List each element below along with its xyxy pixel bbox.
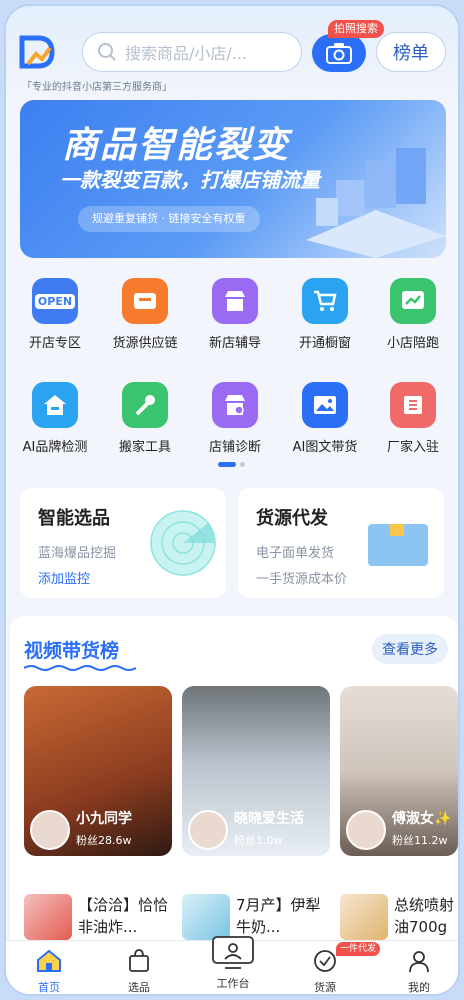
wrench-tool-icon xyxy=(122,382,168,428)
grid-item-supply-chain[interactable]: 货源供应链 xyxy=(100,278,190,351)
photo-search-button[interactable] xyxy=(312,34,366,72)
video-card[interactable]: 傅淑女✨ 粉丝11.2w xyxy=(340,686,458,856)
page-dot-active xyxy=(218,462,236,467)
grid-item-label: 开通橱窗 xyxy=(298,336,351,351)
search-input[interactable]: 搜索商品/小店/... xyxy=(82,32,302,72)
phone-frame: 「专业的抖音小店第三方服务商」 搜索商品/小店/... 拍照搜索 榜单 商品智能… xyxy=(4,4,460,996)
smart-selection-card[interactable]: 智能选品 蓝海爆品挖掘 添加监控 xyxy=(20,488,226,598)
grid-item-label: AI图文带货 xyxy=(292,440,358,455)
product-item[interactable]: 7月产】伊犁牛奶... xyxy=(182,890,332,940)
shop-guide-icon xyxy=(212,278,258,324)
tab-home[interactable]: 首页 xyxy=(14,947,84,994)
creator-name: 小九同学 xyxy=(76,811,132,827)
video-card[interactable]: 小九同学 粉丝28.6w xyxy=(24,686,172,856)
avatar xyxy=(188,810,228,850)
grid-item-move-tool[interactable]: 搬家工具 xyxy=(100,382,190,455)
wave-underline-icon xyxy=(24,665,136,671)
trend-chart-icon xyxy=(390,278,436,324)
grid-item-label: AI品牌检测 xyxy=(22,440,88,455)
grid-item-new-shop-guide[interactable]: 新店辅导 xyxy=(190,278,280,351)
grid-item-open-window[interactable]: 开通橱窗 xyxy=(280,278,370,351)
product-item[interactable]: 总统喷射油700g xyxy=(340,890,458,940)
grid-item-label: 开店专区 xyxy=(28,336,81,351)
fans-count: 粉丝11.2w xyxy=(392,834,448,847)
tab-label: 货源 xyxy=(314,981,336,994)
card-subtitle: 蓝海爆品挖掘 xyxy=(38,546,117,561)
avatar xyxy=(346,810,386,850)
banner-pill: 规避重复铺货 · 链接安全有权重 xyxy=(78,206,260,232)
fans-count: 粉丝28.6w xyxy=(76,834,132,847)
tab-workbench[interactable]: 工作台 xyxy=(198,935,268,991)
bag-icon xyxy=(104,947,174,975)
banner-illustration-icon xyxy=(306,148,446,258)
grid-item-label: 新店辅导 xyxy=(208,336,261,351)
slogan-text: 「专业的抖音小店第三方服务商」 xyxy=(22,82,172,93)
card-title: 智能选品 xyxy=(38,508,110,529)
tab-label: 首页 xyxy=(38,981,60,994)
home-brand-icon xyxy=(32,382,78,428)
grid-item-shop-coaching[interactable]: 小店陪跑 xyxy=(368,278,458,351)
grid-item-open-shop[interactable]: OPEN 开店专区 xyxy=(10,278,100,351)
card-title: 货源代发 xyxy=(256,508,328,529)
grid-item-ai-image-sales[interactable]: AI图文带货 xyxy=(280,382,370,455)
home-icon xyxy=(14,947,84,975)
add-monitor-link[interactable]: 添加监控 xyxy=(38,568,90,587)
product-item[interactable]: 【洽洽】恰恰非油炸... xyxy=(24,890,174,940)
tab-selection[interactable]: 选品 xyxy=(104,947,174,994)
header: 「专业的抖音小店第三方服务商」 搜索商品/小店/... 拍照搜索 榜单 xyxy=(6,6,458,102)
view-more-button[interactable]: 查看更多 xyxy=(372,634,448,664)
tab-label: 我的 xyxy=(408,981,430,994)
grid-item-label: 店铺诊断 xyxy=(208,440,261,455)
card-subtitle: 电子面单发货 xyxy=(256,546,335,561)
radar-icon xyxy=(150,510,216,576)
product-title: 总统喷射油700g xyxy=(394,896,455,936)
user-icon xyxy=(384,947,454,975)
image-goods-icon xyxy=(302,382,348,428)
grid-item-label: 搬家工具 xyxy=(118,440,171,455)
supply-dropship-card[interactable]: 货源代发 电子面单发货 一手货源成本价 xyxy=(238,488,444,598)
monitor-icon xyxy=(198,935,268,971)
product-thumbnail xyxy=(340,894,388,940)
banner-title: 商品智能裂变 xyxy=(62,125,291,166)
search-icon xyxy=(98,43,116,61)
avatar xyxy=(30,810,70,850)
product-title: 7月产】伊犁牛奶... xyxy=(236,896,321,936)
grid-item-factory-entry[interactable]: 厂家入驻 xyxy=(368,382,458,455)
video-sales-ranking: 视频带货榜 查看更多 小九同学 粉丝28.6w 晓晓爱生活 粉丝1.0w 傅淑女… xyxy=(10,616,458,946)
card-subtitle-2: 一手货源成本价 xyxy=(256,572,348,587)
grid-item-label: 货源供应链 xyxy=(112,336,178,351)
supply-box-icon xyxy=(122,278,168,324)
product-title: 【洽洽】恰恰非油炸... xyxy=(78,896,169,936)
tab-label: 工作台 xyxy=(216,977,250,990)
tab-profile[interactable]: 我的 xyxy=(384,947,454,994)
dropship-badge: 一件代发 xyxy=(336,942,381,956)
open-sign-icon: OPEN xyxy=(32,278,78,324)
banner-subtitle: 一款裂变百款，打爆店铺流量 xyxy=(60,168,320,192)
grid-item-label: 厂家入驻 xyxy=(386,440,439,455)
camera-icon xyxy=(326,43,352,64)
bottom-tab-bar: 首页 选品 工作台 货源 我的 xyxy=(6,936,458,994)
section-title: 视频带货榜 xyxy=(24,640,120,662)
grid-item-label: 小店陪跑 xyxy=(386,336,439,351)
creator-name: 晓晓爱生活 xyxy=(234,811,304,827)
search-placeholder: 搜索商品/小店/... xyxy=(125,44,248,63)
factory-entry-icon xyxy=(390,382,436,428)
photo-search-tag: 拍照搜索 xyxy=(328,20,384,38)
shop-diagnose-icon xyxy=(212,382,258,428)
product-thumbnail xyxy=(182,894,230,940)
package-box-icon xyxy=(368,524,428,566)
grid-item-shop-diagnosis[interactable]: 店铺诊断 xyxy=(190,382,280,455)
page-indicator xyxy=(218,462,245,467)
tab-label: 选品 xyxy=(128,981,150,994)
video-card[interactable]: 晓晓爱生活 粉丝1.0w xyxy=(182,686,330,856)
fans-count: 粉丝1.0w xyxy=(234,834,283,847)
app-logo-icon xyxy=(19,35,55,69)
product-thumbnail xyxy=(24,894,72,940)
page-dot xyxy=(240,462,245,467)
rank-button[interactable]: 榜单 xyxy=(376,32,446,72)
grid-item-ai-brand-check[interactable]: AI品牌检测 xyxy=(10,382,100,455)
shopping-cart-icon xyxy=(302,278,348,324)
creator-name: 傅淑女✨ xyxy=(392,811,452,827)
promo-banner[interactable]: 商品智能裂变 一款裂变百款，打爆店铺流量 规避重复铺货 · 链接安全有权重 xyxy=(20,100,446,258)
